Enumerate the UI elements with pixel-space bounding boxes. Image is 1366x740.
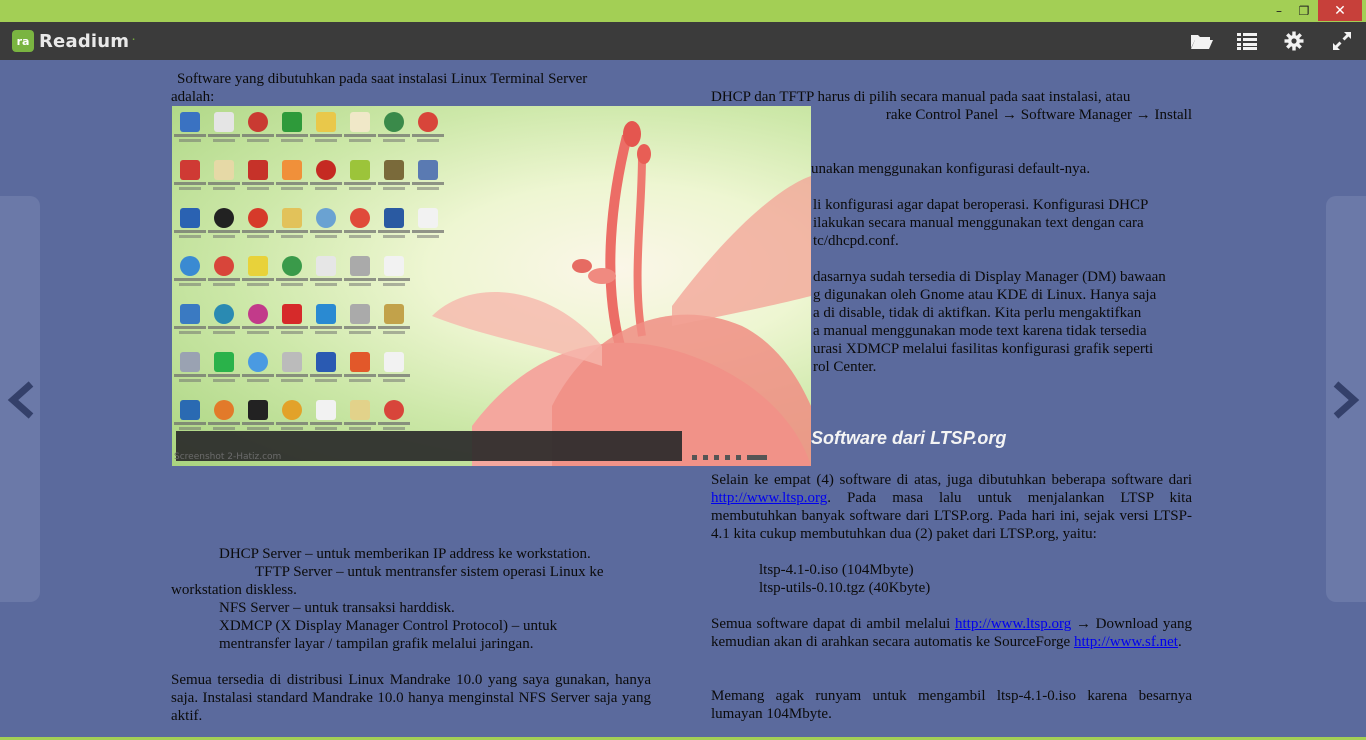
- list-item: ltsp-4.1-0.iso (104Mbyte): [759, 562, 914, 578]
- software-list: DHCP Server – untuk memberikan IP addres…: [171, 545, 651, 653]
- list-item: DHCP Server – untuk memberikan IP addres…: [219, 546, 591, 562]
- list-item: mentransfer layar / tampilan grafik mela…: [219, 636, 534, 652]
- open-library-button[interactable]: [1189, 28, 1215, 54]
- package-list: ltsp-4.1-0.iso (104Mbyte) ltsp-utils-0.1…: [711, 561, 1192, 597]
- list-item: ltsp-utils-0.10.tgz (40Kbyte): [759, 580, 931, 596]
- ltsp-link[interactable]: http://www.ltsp.org: [711, 490, 827, 506]
- app-name: Readium: [39, 30, 130, 52]
- window-titlebar[interactable]: – ❐ ✕: [0, 0, 1366, 22]
- right-paragraph-5: Selain ke empat (4) software di atas, ju…: [711, 471, 1192, 543]
- fullscreen-button[interactable]: [1329, 28, 1355, 54]
- next-page-icon[interactable]: [1330, 380, 1364, 420]
- desktop-screenshot-image: Screenshot 2-Hatiz.com: [172, 106, 811, 466]
- right-paragraph-6: Semua software dapat di ambil melalui ht…: [711, 615, 1192, 651]
- right-paragraph-7: Memang agak runyam untuk mengambil ltsp-…: [711, 687, 1192, 723]
- list-item: workstation diskless.: [171, 582, 297, 598]
- paragraph: Semua software dapat di ambil melalui ht…: [711, 616, 1193, 650]
- list-item: XDMCP (X Display Manager Control Protoco…: [219, 618, 558, 634]
- paragraph: Memang agak runyam untuk mengambil ltsp-…: [711, 688, 1192, 722]
- open-library-icon: [1191, 35, 1213, 49]
- paragraph: Selain ke empat (4) software di atas, ju…: [711, 472, 1192, 542]
- section-heading: Software dari LTSP.org: [811, 428, 1007, 448]
- table-of-contents-icon: [1237, 33, 1257, 50]
- list-item: NFS Server – untuk transaksi harddisk.: [219, 600, 455, 616]
- list-item: TFTP Server – untuk mentransfer sistem o…: [255, 564, 604, 580]
- left-column: Software yang dibutuhkan pada saat insta…: [171, 70, 651, 106]
- intro-line-2: adalah:: [171, 89, 215, 105]
- table-of-contents-button[interactable]: [1234, 28, 1260, 54]
- sourceforge-link[interactable]: http://www.sf.net: [1074, 634, 1178, 650]
- paragraph-line: DHCP dan TFTP harus di pilih secara manu…: [711, 89, 1131, 105]
- taskbar-tray: [692, 450, 807, 464]
- app-logo[interactable]: ra Readium ·: [12, 30, 136, 52]
- close-button[interactable]: ✕: [1318, 0, 1362, 21]
- app-toolbar: ra Readium ·: [0, 22, 1366, 60]
- paragraph: Semua tersedia di distribusi Linux Mandr…: [171, 672, 651, 724]
- readium-logo-icon: ra: [12, 30, 34, 52]
- minimize-button[interactable]: –: [1268, 0, 1290, 21]
- left-paragraph-2: Semua tersedia di distribusi Linux Mandr…: [171, 671, 651, 725]
- intro-line-1: Software yang dibutuhkan pada saat insta…: [177, 71, 588, 87]
- screenshot-watermark: Screenshot 2-Hatiz.com: [174, 452, 282, 462]
- previous-page-icon[interactable]: [3, 380, 37, 420]
- ltsp-download-link[interactable]: http://www.ltsp.org: [955, 616, 1071, 632]
- settings-icon: [1284, 31, 1304, 51]
- fullscreen-icon: [1333, 32, 1351, 50]
- logo-dot-icon: ·: [131, 33, 136, 48]
- settings-button[interactable]: [1281, 28, 1307, 54]
- maximize-button[interactable]: ❐: [1292, 0, 1316, 21]
